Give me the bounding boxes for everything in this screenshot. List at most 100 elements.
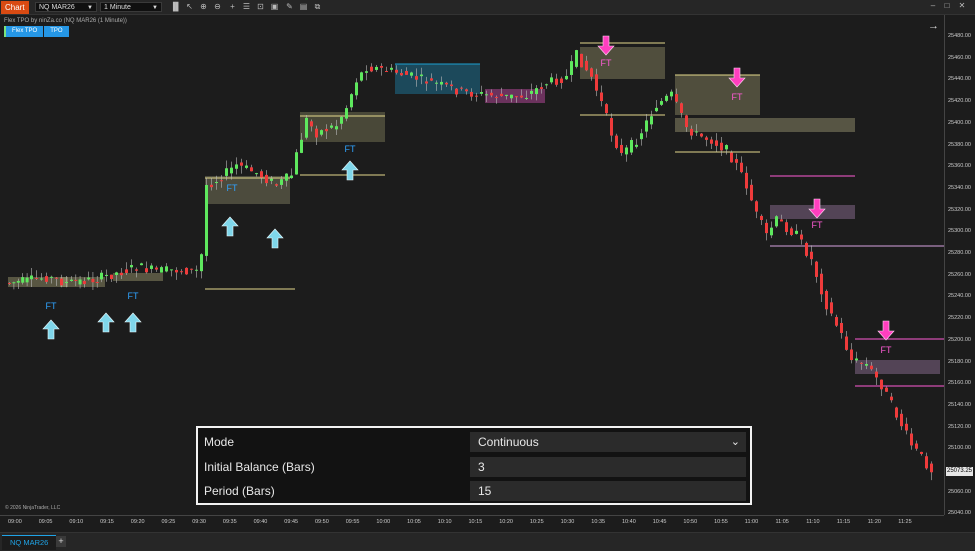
candle-body <box>455 88 458 95</box>
price-tick-label: 25120.00 <box>948 423 971 430</box>
price-tick-label: 25260.00 <box>948 271 971 278</box>
candle-body <box>710 139 713 144</box>
time-tick-label: 10:50 <box>683 519 698 525</box>
param-row-mode: Mode Continuous ⌄ <box>198 430 750 454</box>
close-icon[interactable]: ✕ <box>957 1 967 11</box>
candle-body <box>445 82 448 85</box>
candle-body <box>190 268 193 270</box>
candle-body <box>645 120 648 132</box>
candle-body <box>350 94 353 108</box>
templates-icon[interactable]: ▤ <box>299 2 308 11</box>
param-value: 15 <box>478 484 492 498</box>
tpo-profile-block <box>675 118 855 132</box>
candle-body <box>205 184 208 256</box>
candle-body <box>610 118 613 136</box>
candle-body <box>335 126 338 130</box>
candle-body <box>200 254 203 272</box>
minimize-icon[interactable]: – <box>928 1 938 11</box>
candle-body <box>300 139 303 153</box>
time-tick-label: 10:05 <box>407 519 421 525</box>
time-tick-label: 09:45 <box>284 519 299 525</box>
candle-body <box>365 71 368 73</box>
candle-body <box>325 128 328 132</box>
chart-toolbar: Chart NQ MAR26 ▼ 1 Minute ▼ ▐▌ ↖ ⊕ ⊖ + ☰ ⊡… <box>0 0 975 15</box>
time-tick-label: 10:20 <box>499 519 513 525</box>
price-tick-label: 25060.00 <box>948 488 971 495</box>
candle-body <box>50 276 53 278</box>
time-tick-label: 11:10 <box>806 519 820 525</box>
tpo-button[interactable]: TPO <box>44 26 69 37</box>
instrument-selector[interactable]: NQ MAR26 ▼ <box>35 2 97 12</box>
candle-body <box>295 152 298 175</box>
candle-body <box>380 65 383 68</box>
candle-body <box>535 88 538 95</box>
indicator-title: Flex TPO by ninZa.co (NQ MAR26 (1 Minute… <box>4 18 127 24</box>
candle-body <box>895 407 898 418</box>
drawing-tools-icon[interactable]: ✎ <box>285 2 294 11</box>
candle-body <box>315 128 318 138</box>
chart-menu-button[interactable]: Chart <box>1 0 29 14</box>
mode-dropdown[interactable]: Continuous ⌄ <box>470 432 746 452</box>
strategies-icon[interactable]: ▣ <box>270 2 279 11</box>
zoom-out-icon[interactable]: ⊖ <box>213 2 222 11</box>
instrument-value: NQ MAR26 <box>39 4 75 11</box>
crosshair-icon[interactable]: + <box>228 2 237 11</box>
candle-body <box>875 371 878 378</box>
maximize-icon[interactable]: □ <box>942 1 952 11</box>
signal-label: FT <box>601 58 612 68</box>
indicators-icon[interactable]: ⊡ <box>256 2 265 11</box>
time-tick-label: 09:05 <box>38 519 53 525</box>
candle-body <box>700 133 703 137</box>
buy-arrow-icon <box>124 312 142 333</box>
price-tick-label: 25040.00 <box>948 510 971 517</box>
interval-value: 1 Minute <box>104 4 131 11</box>
candle-body <box>280 179 283 185</box>
candle-body <box>430 78 433 81</box>
candle-body <box>580 53 583 68</box>
pointer-icon[interactable]: ↖ <box>185 2 194 11</box>
candle-body <box>460 87 463 89</box>
candle-body <box>905 423 908 431</box>
tab-nq-mar26[interactable]: NQ MAR26 <box>2 535 57 550</box>
candle-body <box>850 349 853 361</box>
price-tick-label: 25220.00 <box>948 315 971 322</box>
zoom-in-icon[interactable]: ⊕ <box>199 2 208 11</box>
candle-body <box>855 358 858 361</box>
price-tick-label: 25340.00 <box>948 184 971 191</box>
initial-balance-input[interactable]: 3 <box>470 457 746 477</box>
screenshot-icon[interactable]: ⧉ <box>313 2 322 11</box>
properties-icon[interactable]: ☰ <box>242 2 251 11</box>
param-label: Period (Bars) <box>204 484 275 498</box>
price-tick-label: 25380.00 <box>948 141 971 148</box>
time-tick-label: 10:45 <box>652 519 667 525</box>
time-tick-label: 09:30 <box>192 519 206 525</box>
candle-body <box>425 81 428 84</box>
candle-body <box>405 70 408 75</box>
candle-body <box>860 362 863 364</box>
candle-body <box>45 276 48 282</box>
candle-body <box>835 317 838 326</box>
scroll-right-icon[interactable]: → <box>928 20 939 32</box>
candle-body <box>815 261 818 277</box>
candle-body <box>82 280 86 285</box>
period-input[interactable]: 15 <box>470 481 746 501</box>
price-axis[interactable]: 25480.00 25460.00 25440.00 25420.00 25400.00… <box>944 15 975 517</box>
time-tick-label: 10:25 <box>529 519 544 525</box>
candle-body <box>400 72 403 76</box>
candle-body <box>565 75 568 80</box>
candle-body <box>685 115 688 128</box>
param-label: Mode <box>204 435 235 449</box>
buy-arrow-icon <box>42 319 60 340</box>
add-tab-button[interactable]: + <box>56 536 66 547</box>
candle-body <box>265 174 268 184</box>
candle-body <box>465 89 468 92</box>
bar-type-icon[interactable]: ▐▌ <box>170 2 181 11</box>
time-axis[interactable]: 09:00 09:05 09:10 09:15 09:20 09:25 09:30 09:35… <box>0 515 944 533</box>
flex-tpo-button[interactable]: Flex TPO <box>4 26 44 37</box>
interval-selector[interactable]: 1 Minute ▼ <box>100 2 162 12</box>
candle-body <box>74 279 78 281</box>
param-value: Continuous <box>478 435 539 449</box>
candle-body <box>745 172 748 189</box>
candle-body <box>440 81 443 85</box>
chevron-down-icon: ⌄ <box>730 436 740 448</box>
